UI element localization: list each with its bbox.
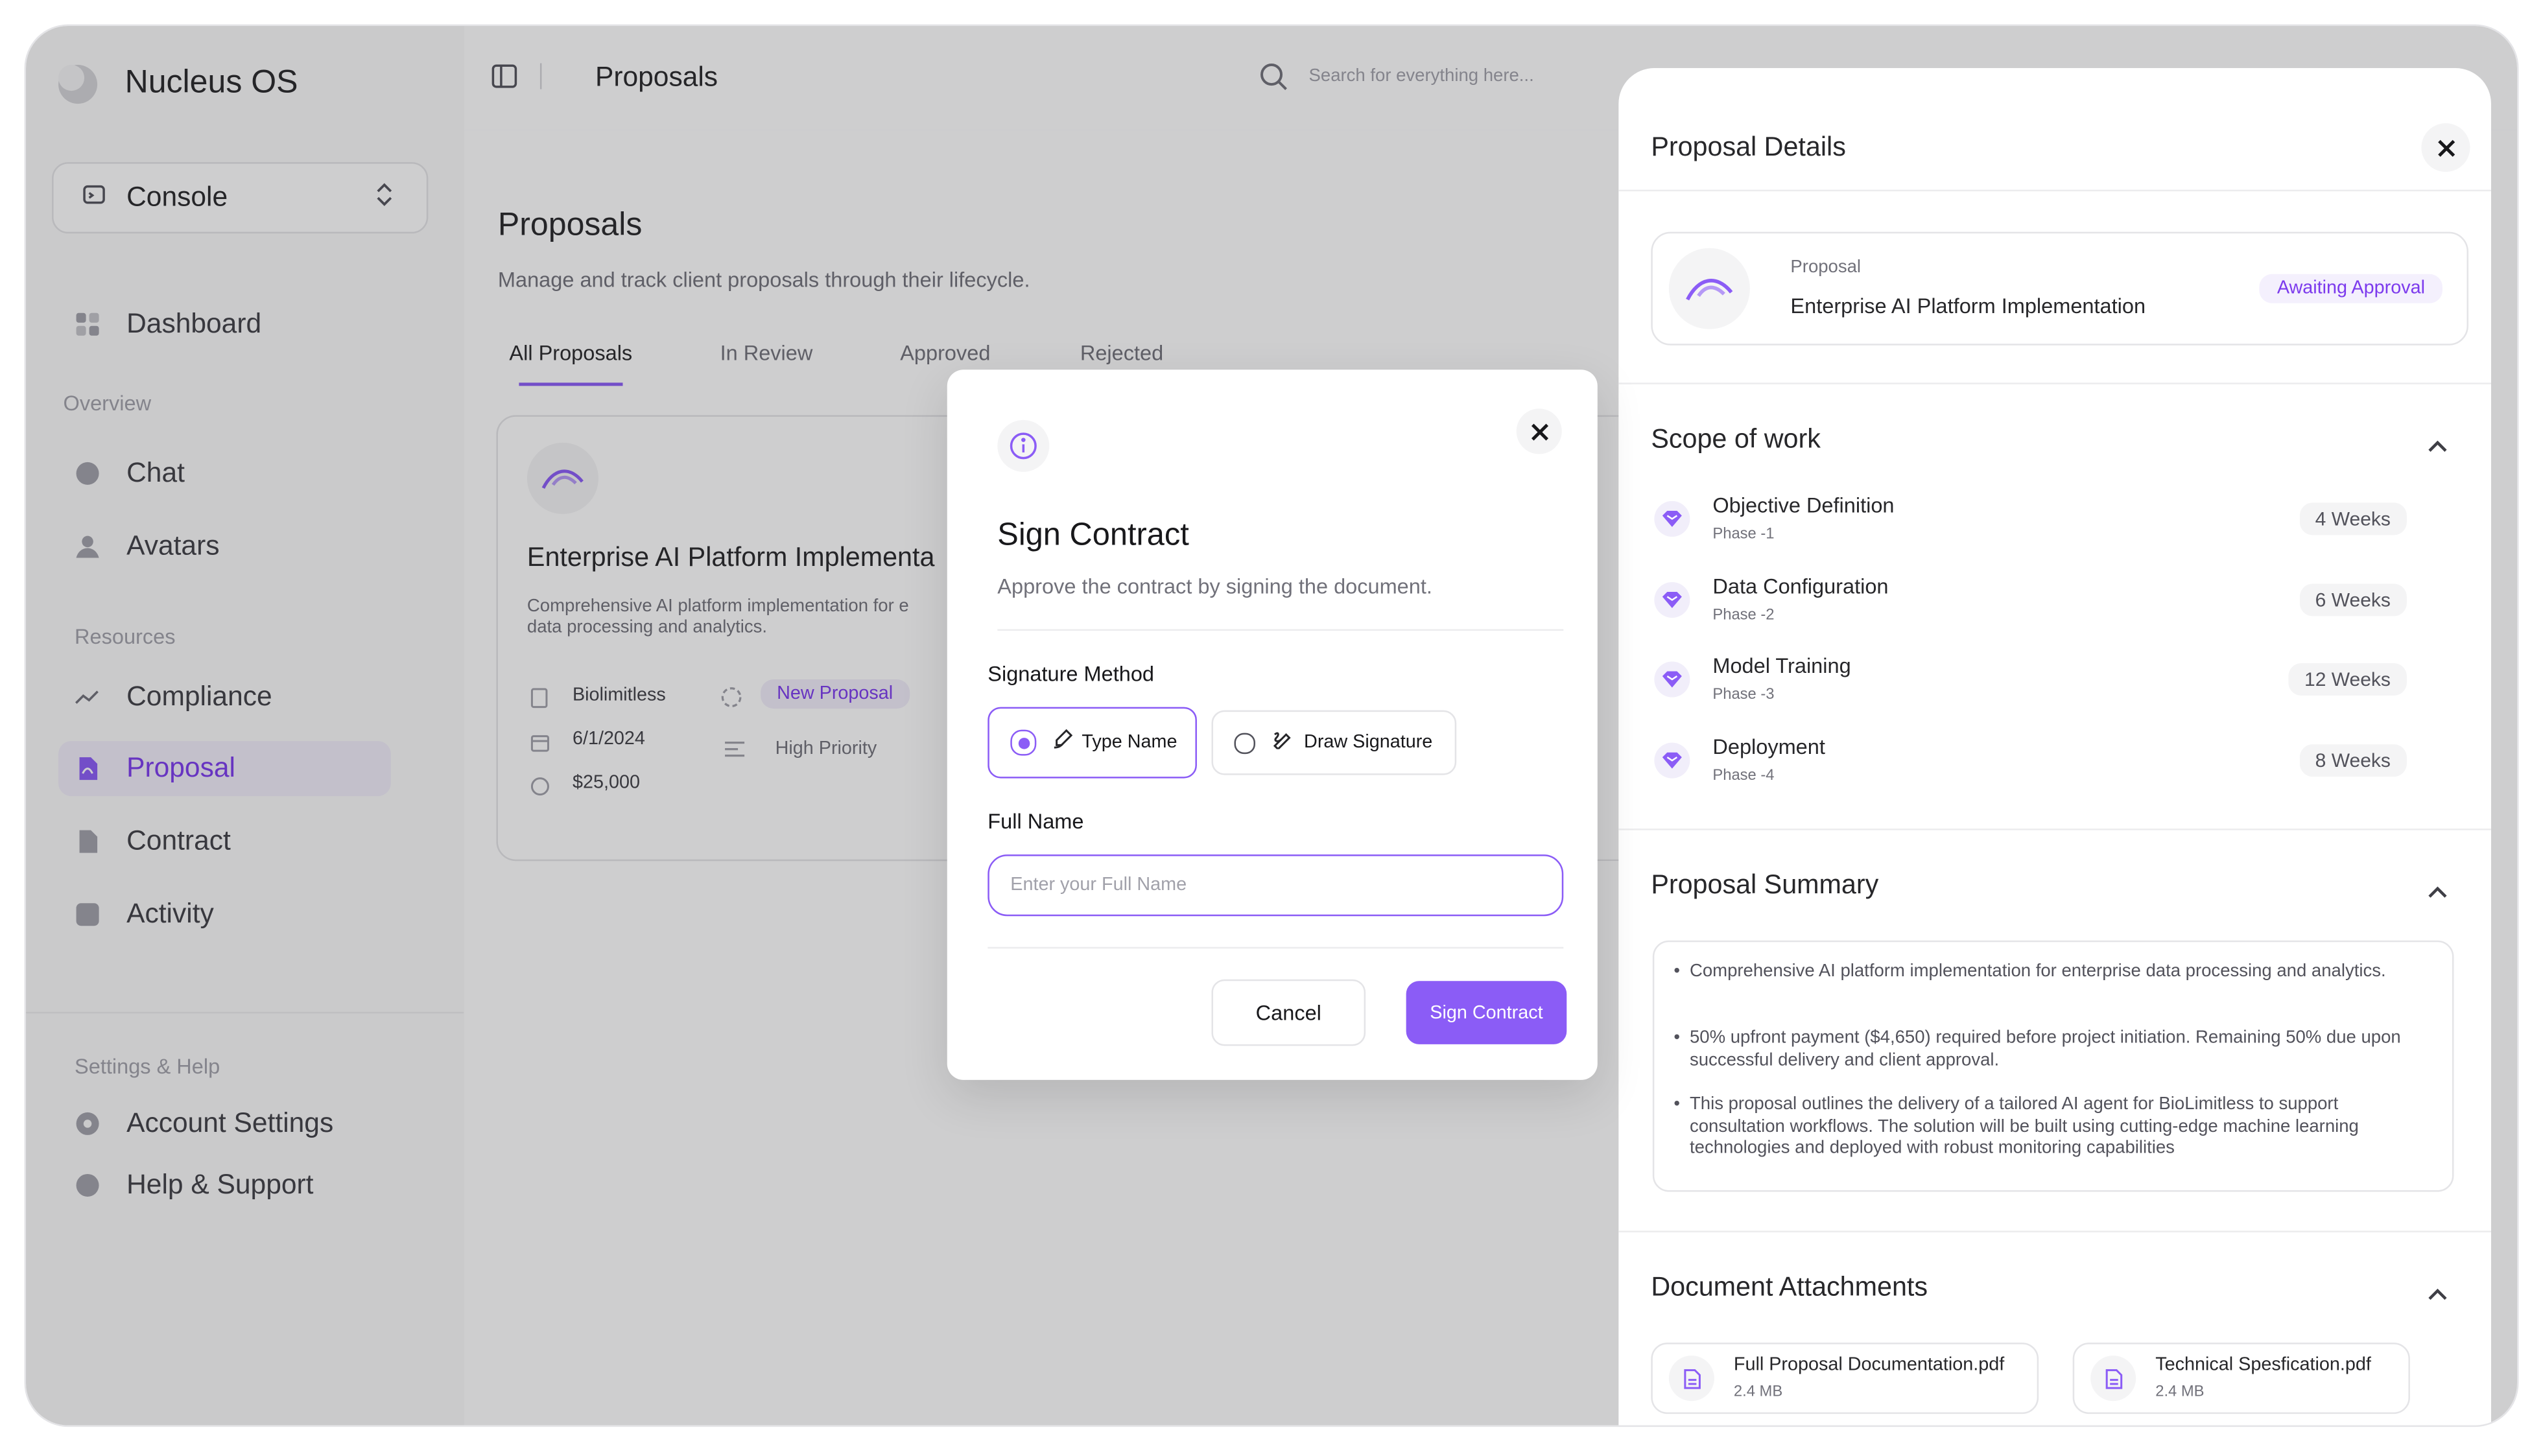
full-name-placeholder: Enter your Full Name: [1010, 875, 1187, 895]
phase-duration: 4 Weeks: [2299, 502, 2407, 535]
cancel-button[interactable]: Cancel: [1211, 979, 1366, 1046]
phase-icon: [1654, 661, 1690, 698]
attachment-size: 2.4 MB: [2155, 1383, 2205, 1402]
modal-title: Sign Contract: [997, 517, 1189, 553]
phase-number: Phase -1: [1712, 525, 1775, 543]
signature-method-label: Signature Method: [988, 661, 1154, 687]
phase-row: Data Configuration Phase -2 6 Weeks: [1654, 574, 2433, 639]
attachments-title: Document Attachments: [1651, 1273, 1928, 1302]
phase-icon: [1654, 581, 1690, 618]
chevron-up-icon[interactable]: [2428, 431, 2447, 460]
draw-signature-option[interactable]: Draw Signature: [1211, 710, 1457, 775]
sign-contract-button[interactable]: Sign Contract: [1406, 981, 1567, 1044]
attachment-name: Technical Spesfication.pdf: [2155, 1356, 2371, 1376]
proposal-details-panel: Proposal Details Proposal Enterprise AI …: [1618, 68, 2491, 1426]
phase-row: Objective Definition Phase -1 4 Weeks: [1654, 493, 2433, 558]
panel-divider: [1618, 1230, 2491, 1232]
phase-number: Phase -2: [1712, 606, 1775, 625]
summary-box: • Comprehensive AI platform implementatio…: [1652, 940, 2454, 1192]
proposal-label: Proposal: [1790, 257, 1862, 277]
file-icon: [2090, 1356, 2136, 1402]
file-icon: [1668, 1356, 1714, 1402]
modal-close-button[interactable]: [1516, 408, 1562, 454]
info-icon: [997, 419, 1050, 472]
panel-divider: [1618, 382, 2491, 384]
modal-divider: [997, 629, 1564, 631]
full-name-input[interactable]: Enter your Full Name: [988, 854, 1564, 917]
phase-name: Model Training: [1712, 653, 1851, 678]
attachment-item[interactable]: Full Proposal Documentation.pdf 2.4 MB: [1651, 1343, 2039, 1415]
phase-duration: 12 Weeks: [2288, 663, 2407, 696]
modal-divider: [988, 946, 1564, 949]
summary-text: 50% upfront payment ($4,650) required be…: [1690, 1027, 2401, 1070]
type-name-label: Type Name: [1082, 733, 1177, 753]
close-icon: [1530, 423, 1548, 440]
close-icon: [2437, 139, 2454, 156]
phase-icon: [1654, 742, 1690, 779]
panel-title: Proposal Details: [1651, 133, 1846, 163]
phase-duration: 8 Weeks: [2299, 744, 2407, 777]
phase-duration: 6 Weeks: [2299, 583, 2407, 616]
proposal-logo-icon: [1668, 248, 1750, 329]
signature-icon: [1272, 728, 1293, 757]
panel-divider: [1618, 189, 2491, 192]
type-name-option[interactable]: Type Name: [988, 707, 1197, 779]
attachment-name: Full Proposal Documentation.pdf: [1733, 1356, 2005, 1376]
full-name-label: Full Name: [988, 809, 1084, 834]
summary-item: • 50% upfront payment ($4,650) required b…: [1674, 1028, 2420, 1072]
chevron-up-icon[interactable]: [2428, 1280, 2447, 1309]
phase-name: Objective Definition: [1712, 493, 1895, 517]
sign-contract-modal: Sign Contract Approve the contract by si…: [947, 370, 1598, 1080]
scope-title: Scope of work: [1651, 425, 1821, 454]
phase-name: Data Configuration: [1712, 574, 1889, 598]
proposal-summary-card: Proposal Enterprise AI Platform Implemen…: [1651, 231, 2468, 346]
phase-icon: [1654, 500, 1690, 537]
phase-row: Model Training Phase -3 12 Weeks: [1654, 653, 2433, 718]
panel-divider: [1618, 828, 2491, 830]
attachment-size: 2.4 MB: [1733, 1383, 1783, 1402]
phase-number: Phase -3: [1712, 686, 1775, 704]
summary-item: • This proposal outlines the delivery of …: [1674, 1094, 2420, 1160]
phase-number: Phase -4: [1712, 767, 1775, 785]
approval-status-badge: Awaiting Approval: [2259, 274, 2443, 303]
summary-text: This proposal outlines the delivery of a…: [1690, 1094, 2359, 1158]
pen-icon: [1052, 728, 1074, 757]
summary-title: Proposal Summary: [1651, 871, 1879, 900]
summary-text: Comprehensive AI platform implementation…: [1690, 961, 2386, 981]
attachment-item[interactable]: Technical Spesfication.pdf 2.4 MB: [2072, 1343, 2410, 1415]
phase-row: Deployment Phase -4 8 Weeks: [1654, 734, 2433, 799]
panel-close-button[interactable]: [2421, 123, 2470, 172]
proposal-name: Enterprise AI Platform Implementation: [1790, 293, 2146, 318]
radio-unselected[interactable]: [1234, 732, 1256, 753]
summary-item: • Comprehensive AI platform implementatio…: [1674, 961, 2420, 983]
phase-name: Deployment: [1712, 734, 1825, 759]
draw-signature-label: Draw Signature: [1304, 733, 1433, 753]
chevron-up-icon[interactable]: [2428, 877, 2447, 906]
radio-selected[interactable]: [1010, 729, 1037, 756]
modal-subtitle: Approve the contract by signing the docu…: [997, 574, 1432, 598]
app-window: Nucleus OS Console Dashboard Overview Ch…: [26, 26, 2518, 1426]
